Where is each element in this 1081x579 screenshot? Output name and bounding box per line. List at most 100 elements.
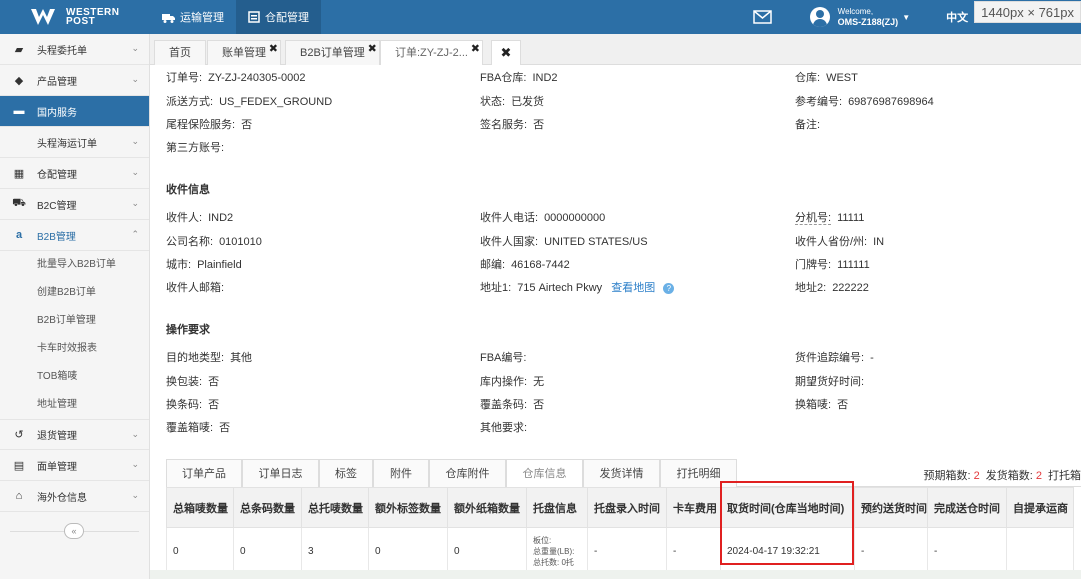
chevron-down-icon: ⌄: [131, 43, 139, 53]
help-icon[interactable]: ?: [663, 282, 675, 294]
field-state: 收件人省份/州: IN: [795, 236, 885, 248]
field-extension: 分机号: 11111: [795, 212, 865, 225]
close-icon[interactable]: ✖: [471, 37, 480, 61]
chevron-down-icon: ⌄: [131, 167, 139, 177]
sidebar-subitem-bulk-import[interactable]: 批量导入B2B订单: [0, 251, 149, 279]
chevron-down-icon: ⌄: [131, 136, 139, 146]
column-header: 额外标签数量: [368, 487, 448, 528]
topnav-warehouse[interactable]: 仓配管理: [236, 0, 321, 34]
column-header: 额外纸箱数量: [447, 487, 527, 528]
field-zip: 邮编: 46168-7442: [480, 259, 570, 271]
tab-shipping-details[interactable]: 发货详情: [583, 459, 660, 487]
tab-b2b-orders[interactable]: B2B订单管理 ✖: [285, 40, 380, 65]
table-cell: 0: [368, 527, 448, 576]
return-icon: ↺: [14, 429, 24, 441]
section-title-operation: 操作要求: [166, 324, 210, 336]
top-nav: 运输管理 仓配管理: [150, 0, 321, 34]
warehouse-icon: [248, 11, 260, 23]
sidebar-item-domestic[interactable]: ▬ 国内服务: [0, 96, 149, 127]
cart-icon: ⛟: [12, 197, 26, 209]
close-all-tabs-button[interactable]: ✖: [491, 40, 521, 65]
table-cell: -: [666, 527, 721, 576]
field-remark: 备注:: [795, 119, 821, 131]
briefcase-icon: ▰: [14, 43, 24, 56]
tab-warehouse-attachments[interactable]: 仓库附件: [429, 459, 506, 487]
mail-icon[interactable]: [752, 10, 772, 24]
sidebar-item-b2c[interactable]: ⛟ B2C管理 ⌄: [0, 189, 149, 220]
column-header: 自提承运商: [1006, 487, 1074, 528]
home-icon: ⌂: [15, 490, 23, 502]
field-receiver-phone: 收件人电话: 0000000000: [480, 212, 606, 224]
avatar[interactable]: [809, 7, 830, 27]
sidebar-collapse-button[interactable]: «: [64, 523, 84, 539]
field-fba-number: FBA编号:: [480, 352, 527, 364]
field-email: 收件人邮箱:: [166, 282, 225, 294]
sidebar-item-b2b[interactable]: a B2B管理 ⌃: [0, 220, 149, 251]
field-insurance: 尾程保险服务: 否: [166, 119, 253, 131]
table-cell: 0: [166, 527, 234, 576]
field-change-mark: 换箱唛: 否: [795, 399, 849, 411]
sidebar-item-overseas[interactable]: ⌂ 海外仓信息 ⌄: [0, 481, 149, 512]
language-switch[interactable]: 中文: [946, 9, 968, 25]
field-signature: 签名服务: 否: [480, 119, 545, 131]
field-cover-mark: 覆盖箱唛: 否: [166, 422, 231, 434]
bottom-strip: [150, 570, 1081, 579]
sidebar-subitem-tob-mark[interactable]: TOB箱唛: [0, 363, 149, 391]
table-row: 0 0 3 0 0 板位: 总重量(LB): 总托数: 0托 - - 2024-…: [166, 527, 1074, 576]
field-delivery-method: 派送方式: US_FEDEX_GROUND: [166, 96, 333, 108]
sidebar-subitem-b2b-orders[interactable]: B2B订单管理: [0, 307, 149, 335]
tab-labels[interactable]: 标签: [319, 459, 373, 487]
tab-home[interactable]: 首页: [154, 40, 206, 65]
field-status: 状态: 已发货: [480, 96, 545, 108]
chevron-up-icon: ⌃: [131, 229, 139, 239]
grid-icon: ▦: [13, 167, 25, 180]
tab-order-detail[interactable]: 订单:ZY-ZJ-2... ✖: [380, 40, 483, 66]
tab-order-products[interactable]: 订单产品: [166, 459, 242, 487]
sidebar: ▰ 头程委托单 ⌄ ◆ 产品管理 ⌄ ▬ 国内服务 头程海运订单 ⌄ ▦ 仓配管…: [0, 34, 150, 579]
chevron-down-icon: ⌄: [131, 490, 139, 500]
sidebar-subitem-create-b2b[interactable]: 创建B2B订单: [0, 279, 149, 307]
field-receiver-name: 收件人: IND2: [166, 212, 234, 224]
highlight-box: [720, 481, 854, 565]
field-address2: 地址2: 222222: [795, 282, 869, 294]
sidebar-item-returns[interactable]: ↺ 退货管理 ⌄: [0, 419, 149, 450]
sidebar-item-sea-orders[interactable]: 头程海运订单 ⌄: [0, 127, 149, 158]
field-warehouse: 仓库: WEST: [795, 72, 858, 84]
column-header: 卡车费用: [666, 487, 721, 528]
user-menu[interactable]: Welcome, OMS-Z188(ZJ): [838, 6, 899, 28]
sidebar-item-products[interactable]: ◆ 产品管理 ⌄: [0, 65, 149, 96]
warehouse-info-table: 总箱唛数量 总条码数量 总托唛数量 额外标签数量 额外纸箱数量 托盘信息 托盘录…: [166, 487, 1074, 576]
sidebar-item-labels[interactable]: ▤ 面单管理 ⌄: [0, 450, 149, 481]
topnav-transport[interactable]: 运输管理: [150, 0, 236, 34]
view-map-link[interactable]: 查看地图: [611, 282, 655, 294]
field-address1: 地址1: 715 Airtech Pkwy 查看地图 ?: [480, 279, 675, 295]
field-door-number: 门牌号: 111111: [795, 259, 870, 271]
table-cell: -: [854, 527, 928, 576]
sidebar-subitem-truck-report[interactable]: 卡车时效报表: [0, 335, 149, 363]
field-repack: 换包装: 否: [166, 376, 220, 388]
section-title-receiver: 收件信息: [166, 184, 210, 196]
document-icon: ▤: [13, 459, 25, 472]
close-icon[interactable]: ✖: [269, 37, 278, 61]
chevron-down-icon: ⌄: [131, 74, 139, 84]
sidebar-subitem-address[interactable]: 地址管理: [0, 391, 149, 419]
caret-down-icon[interactable]: ▼: [902, 13, 910, 22]
column-header: 托盘信息: [526, 487, 588, 528]
tab-attachments[interactable]: 附件: [373, 459, 429, 487]
field-third-party-account: 第三方账号:: [166, 142, 225, 154]
sidebar-item-warehouse[interactable]: ▦ 仓配管理 ⌄: [0, 158, 149, 189]
tab-billing[interactable]: 账单管理 ✖: [207, 40, 281, 65]
logo[interactable]: WESTERN POST: [0, 0, 150, 34]
order-detail: 订单号: ZY-ZJ-240305-0002 FBA仓库: IND2 仓库: WEST…: [150, 65, 1081, 579]
field-rebarcode: 换条码: 否: [166, 399, 220, 411]
field-order-no: 订单号: ZY-ZJ-240305-0002: [166, 72, 306, 84]
dimension-badge: 1440px × 761px: [974, 1, 1081, 23]
tab-warehouse-info[interactable]: 仓库信息: [506, 459, 583, 487]
sidebar-item-first-leg[interactable]: ▰ 头程委托单 ⌄: [0, 34, 149, 65]
table-cell: -: [587, 527, 667, 576]
column-header: 总托唛数量: [301, 487, 369, 528]
tab-order-log[interactable]: 订单日志: [242, 459, 319, 487]
close-icon[interactable]: ✖: [368, 37, 377, 61]
column-header: 总箱唛数量: [166, 487, 234, 528]
table-cell-pallet: 板位: 总重量(LB): 总托数: 0托: [526, 527, 588, 576]
